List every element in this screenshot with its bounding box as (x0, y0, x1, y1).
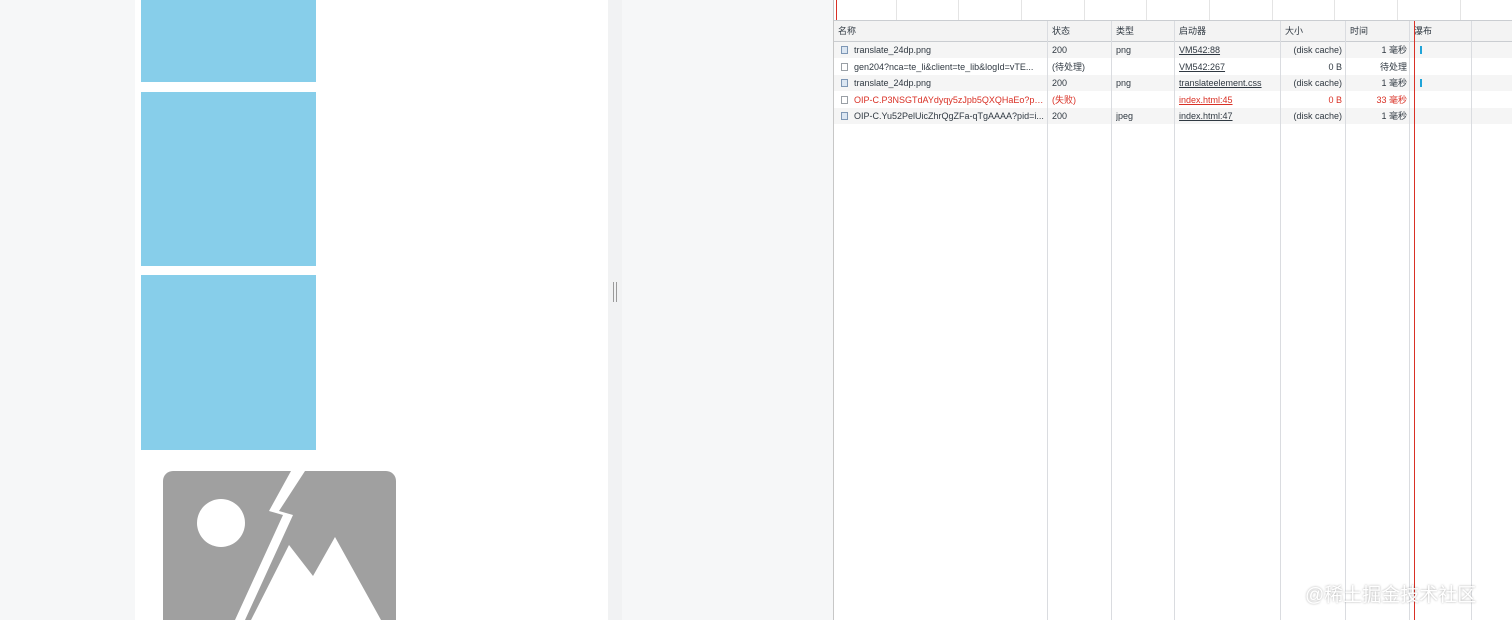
document-file-icon (841, 62, 848, 71)
column-divider (1047, 21, 1048, 620)
request-status: 200 (1052, 111, 1068, 121)
request-time: 1 毫秒 (1381, 78, 1407, 88)
request-time: 1 毫秒 (1381, 45, 1407, 55)
rendered-page (135, 0, 608, 620)
column-divider (1345, 21, 1346, 620)
placeholder-image-block (141, 275, 316, 450)
request-type: png (1116, 78, 1132, 88)
request-status: (失败) (1052, 94, 1076, 105)
request-initiator[interactable]: index.html:47 (1179, 108, 1277, 124)
request-row[interactable]: translate_24dp.png 200 png translateelement… (834, 75, 1512, 91)
request-name: OIP-C.P3NSGTdAYdyqy5zJpb5QXQHaEo?pid... (854, 94, 1044, 105)
column-header-type[interactable]: 类型 (1112, 21, 1134, 41)
request-row[interactable]: translate_24dp.png 200 png VM542:88 (disk ca… (834, 42, 1512, 58)
timeline-gridline (1460, 0, 1461, 20)
request-type: jpeg (1116, 111, 1134, 121)
timeline-gridline (1209, 0, 1210, 20)
request-initiator[interactable]: VM542:88 (1179, 42, 1277, 58)
column-divider (1471, 21, 1472, 620)
column-header-time[interactable]: 时间 (1346, 21, 1368, 41)
broken-image-icon (163, 471, 396, 620)
timeline-gridline (1084, 0, 1085, 20)
request-time: 1 毫秒 (1381, 111, 1407, 121)
load-event-line (1414, 21, 1415, 620)
watermark: @稀土掘金技术社区 (1305, 585, 1477, 606)
request-time: 待处理 (1379, 61, 1407, 72)
document-file-icon (841, 95, 848, 104)
request-initiator[interactable]: VM542:267 (1179, 59, 1277, 75)
request-status: 200 (1052, 78, 1068, 88)
request-size: 0 B (1328, 94, 1342, 105)
load-event-marker (836, 0, 837, 20)
request-time: 33 毫秒 (1376, 94, 1407, 105)
timeline-gridline (896, 0, 897, 20)
network-panel: 名称 状态 类型 启动器 大小 时间 瀑布 translate_24dp.png… (833, 0, 1512, 620)
waterfall-bar (1420, 46, 1422, 54)
request-row[interactable]: gen204?nca=te_li&client=te_lib&logId=vTE… (834, 59, 1512, 75)
blank-area (622, 0, 833, 620)
request-size: 0 B (1328, 61, 1342, 72)
drag-grip-icon (613, 282, 617, 302)
request-type (1116, 59, 1170, 75)
request-name: gen204?nca=te_li&client=te_lib&logId=vTE… (854, 61, 1034, 72)
panel-resize-handle[interactable] (608, 0, 622, 620)
request-size: (disk cache) (1293, 78, 1342, 88)
request-row[interactable]: OIP-C.P3NSGTdAYdyqy5zJpb5QXQHaEo?pid... (… (834, 92, 1512, 108)
timeline-gridline (1334, 0, 1335, 20)
column-divider (1409, 21, 1410, 620)
request-name: translate_24dp.png (854, 78, 932, 88)
request-row[interactable]: OIP-C.Yu52PelUicZhrQgZFa-qTgAAAA?pid=i..… (834, 108, 1512, 124)
placeholder-image-block (141, 0, 316, 82)
column-divider (1174, 21, 1175, 620)
image-file-icon (841, 112, 848, 120)
request-initiator[interactable]: translateelement.css (1179, 75, 1277, 91)
waterfall-bar (1420, 79, 1422, 87)
request-status: 200 (1052, 45, 1068, 55)
requests-table-header: 名称 状态 类型 启动器 大小 时间 瀑布 (834, 21, 1512, 42)
image-file-icon (841, 79, 848, 87)
column-header-status[interactable]: 状态 (1048, 21, 1070, 41)
request-name: translate_24dp.png (854, 45, 932, 55)
timeline-gridline (958, 0, 959, 20)
request-size: (disk cache) (1293, 45, 1342, 55)
image-file-icon (841, 46, 848, 54)
request-name: OIP-C.Yu52PelUicZhrQgZFa-qTgAAAA?pid=i..… (854, 111, 1044, 121)
request-status: (待处理) (1052, 61, 1085, 72)
timeline-gridline (1272, 0, 1273, 20)
request-type (1116, 92, 1170, 108)
request-size: (disk cache) (1293, 111, 1342, 121)
timeline-gridline (1146, 0, 1147, 20)
request-initiator[interactable]: index.html:45 (1179, 92, 1277, 108)
placeholder-image-block (141, 92, 316, 266)
timeline-gridline (1021, 0, 1022, 20)
network-overview-timeline[interactable] (834, 0, 1512, 21)
column-header-size[interactable]: 大小 (1281, 21, 1303, 41)
column-header-initiator[interactable]: 启动器 (1175, 21, 1206, 41)
column-divider (1111, 21, 1112, 620)
column-header-name[interactable]: 名称 (834, 21, 856, 41)
column-divider (1280, 21, 1281, 620)
timeline-gridline (1397, 0, 1398, 20)
request-type: png (1116, 45, 1132, 55)
